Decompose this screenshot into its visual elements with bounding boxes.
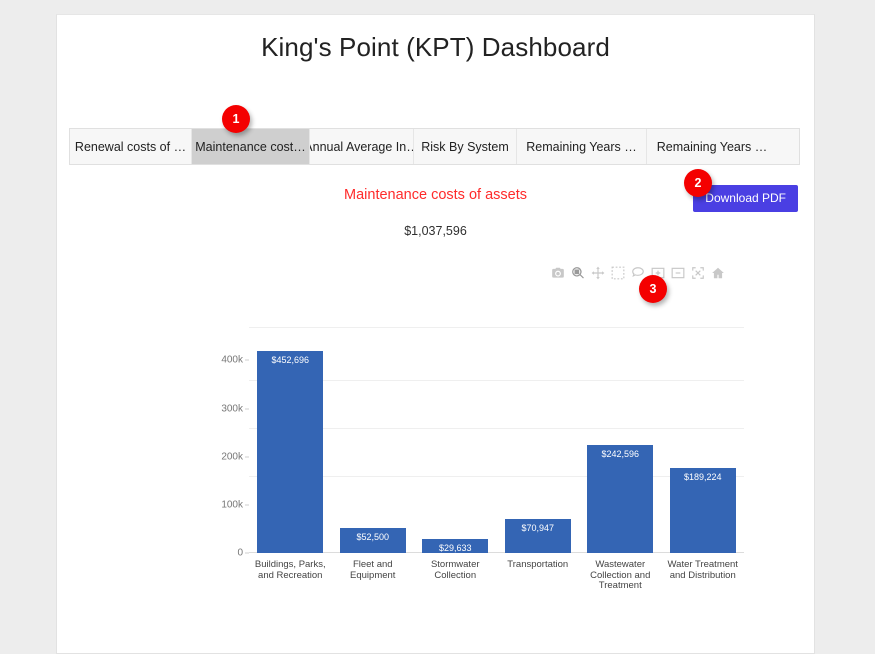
y-tick-label: 400k [221, 354, 243, 366]
bar-series: $452,696 Buildings, Parks, and Recreatio… [249, 327, 745, 591]
bar-value-label: $452,696 [271, 354, 310, 365]
bar-cell[interactable]: $29,633 Stormwater Collection [414, 327, 497, 580]
tab-label: Renewal costs of … [74, 139, 187, 154]
bar-stormwater-collection[interactable]: $29,633 [422, 538, 489, 553]
y-tick-label: 100k [221, 499, 243, 511]
x-axis-label: Transportation [507, 559, 569, 570]
x-axis-label: Fleet and Equipment [350, 559, 396, 581]
y-tick-label: 0 [237, 547, 243, 559]
x-axis-label: Stormwater Collection [430, 559, 480, 581]
x-axis-label: Water Treatment and Distribution [667, 559, 738, 581]
tab-remaining-years-1[interactable]: Remaining Years … [517, 129, 647, 164]
zoom-icon[interactable] [569, 264, 586, 281]
bar-cell[interactable]: $242,596 Wastewater Collection and Treat… [579, 327, 662, 591]
tab-label: Risk By System [421, 139, 509, 154]
bar-transportation[interactable]: $70,947 [504, 518, 571, 553]
y-tick-label: 200k [221, 451, 243, 463]
x-axis-label: Buildings, Parks, and Recreation [254, 559, 326, 581]
maintenance-costs-bar-chart[interactable]: 0 100k 200k 300k 400k $452,696 Buildings… [217, 315, 777, 591]
tab-risk-by-system[interactable]: Risk By System [414, 129, 517, 164]
tab-label: Maintenance cost… [195, 139, 306, 154]
tab-renewal-costs[interactable]: Renewal costs of … [70, 129, 192, 164]
bar-value-label: $29,633 [438, 542, 472, 553]
bar-water-treatment-distribution[interactable]: $189,224 [669, 468, 736, 553]
tab-label: Remaining Years … [656, 139, 768, 154]
bar-wastewater-collection-treatment[interactable]: $242,596 [587, 444, 654, 553]
autoscale-icon[interactable] [689, 264, 706, 281]
annotation-badge-1: 1 [222, 105, 250, 133]
x-axis-label: Wastewater Collection and Treatment [590, 559, 651, 591]
bar-buildings-parks-recreation[interactable]: $452,696 [257, 350, 324, 553]
box-select-icon[interactable] [609, 264, 626, 281]
page-title: King's Point (KPT) Dashboard [261, 32, 610, 62]
y-tick-label: 300k [221, 403, 243, 415]
tab-bar: Renewal costs of … Maintenance cost… Ann… [69, 128, 800, 165]
tab-label: Remaining Years … [526, 139, 637, 154]
pan-icon[interactable] [589, 264, 606, 281]
bar-fleet-equipment[interactable]: $52,500 [339, 527, 406, 553]
bar-value-label: $189,224 [683, 472, 722, 483]
tab-label: Annual Average In… [310, 139, 414, 154]
reset-axes-home-icon[interactable] [709, 264, 726, 281]
bar-cell[interactable]: $189,224 Water Treatment and Distributio… [662, 327, 745, 580]
tab-maintenance-costs[interactable]: Maintenance cost… [192, 129, 310, 164]
bar-value-label: $52,500 [356, 531, 390, 542]
bar-value-label: $242,596 [601, 448, 640, 459]
annotation-badge-3: 3 [639, 275, 667, 303]
annotation-badge-2: 2 [684, 169, 712, 197]
camera-icon[interactable] [549, 264, 566, 281]
bar-cell[interactable]: $52,500 Fleet and Equipment [332, 327, 415, 580]
bar-cell[interactable]: $70,947 Transportation [497, 327, 580, 570]
zoom-out-icon[interactable] [669, 264, 686, 281]
dashboard-card: King's Point (KPT) Dashboard Renewal cos… [56, 14, 815, 654]
tab-annual-average-investment[interactable]: Annual Average In… [310, 129, 414, 164]
chart-total-value: $1,037,596 [404, 224, 467, 238]
plotly-modebar [549, 264, 726, 281]
chart-plot-area[interactable]: 0 100k 200k 300k 400k $452,696 Buildings… [221, 327, 745, 591]
bar-value-label: $70,947 [521, 522, 555, 533]
tab-remaining-years-2[interactable]: Remaining Years … [647, 129, 777, 164]
bar-cell[interactable]: $452,696 Buildings, Parks, and Recreatio… [249, 327, 332, 580]
